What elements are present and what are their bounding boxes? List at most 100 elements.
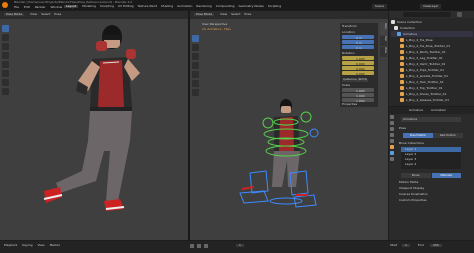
rotation-w-field[interactable]: 1.000: [342, 56, 374, 61]
menu-render[interactable]: Render: [35, 6, 46, 9]
left-viewport[interactable]: Pose Mode View Select Pose: [0, 11, 188, 240]
mesh-icon: [400, 74, 404, 78]
end-frame[interactable]: 250: [430, 244, 442, 247]
pose-section-header[interactable]: Pose: [399, 127, 406, 130]
rotation-mode-select[interactable]: Quaternion (WXYZ): [342, 78, 369, 82]
subtab-materials[interactable]: Materials: [431, 173, 461, 178]
menu-file[interactable]: File: [14, 6, 19, 9]
list-item-label: L_Boy_2_Glasses_Toddler_01: [406, 97, 449, 102]
view-layer-selector[interactable]: ViewLayer: [420, 4, 442, 9]
collection-icon: [391, 20, 395, 24]
blender-logo-icon[interactable]: [2, 2, 8, 8]
tab-animation[interactable]: Animation: [177, 5, 192, 8]
playback-controls: [190, 244, 208, 248]
tab-modeling[interactable]: Modeling: [82, 5, 96, 8]
tab-geometry-nodes[interactable]: Geometry Nodes: [239, 5, 264, 8]
n-tab-view[interactable]: View: [380, 47, 387, 57]
list-item[interactable]: L_Boy_2_Glasses_Toddler_01: [391, 97, 473, 103]
tab-uv-editing[interactable]: UV Editing: [118, 5, 134, 8]
mesh-icon: [400, 44, 404, 48]
tab-layout[interactable]: Layout: [64, 5, 79, 8]
play-icon[interactable]: [197, 244, 201, 248]
location-y-field[interactable]: 0 m: [342, 40, 374, 45]
outliner: Scene Collection Collection Armature L_B…: [389, 11, 474, 106]
tab-shading[interactable]: Shading: [161, 5, 173, 8]
tab-compositing[interactable]: Compositing: [216, 5, 235, 8]
scene-selector[interactable]: Scene: [372, 4, 388, 9]
jump-start-icon[interactable]: [190, 244, 194, 248]
bone-collections-list: Layer 1 Layer 2 Layer 3 Layer 4: [401, 147, 461, 169]
armature-data-icon[interactable]: [390, 151, 394, 155]
jump-end-icon[interactable]: [204, 244, 208, 248]
list-item-label: Armature: [403, 31, 418, 36]
n-tab-item[interactable]: Item: [380, 23, 387, 35]
n-panel-rotation-label: Rotation: [342, 51, 355, 55]
outliner-search-field[interactable]: [403, 12, 451, 17]
rotation-x-field[interactable]: 0.000: [342, 61, 374, 66]
rotation-y-field[interactable]: 0.000: [342, 66, 374, 71]
n-panel-transform-header[interactable]: Transform: [342, 25, 357, 28]
bone-icon[interactable]: [390, 157, 394, 161]
filter-icon[interactable]: [457, 12, 462, 17]
properties-header: Armature Animation: [389, 107, 474, 114]
location-x-field[interactable]: 0 m: [342, 35, 374, 40]
tab-texture-paint[interactable]: Texture Paint: [138, 5, 157, 8]
location-z-field[interactable]: 0 m: [342, 45, 374, 50]
world-icon[interactable]: [390, 139, 394, 143]
subtab-bones[interactable]: Bones: [401, 173, 431, 178]
properties-tab-animation[interactable]: Animation: [431, 109, 446, 112]
list-item-label: L_Boy_2_Top_Toddler_01: [406, 85, 443, 90]
mesh-icon: [400, 50, 404, 54]
panel-viewport-display[interactable]: Viewport Display: [399, 187, 428, 190]
menu-window[interactable]: Window: [51, 6, 63, 9]
scene-icon[interactable]: [390, 133, 394, 137]
tab-scripting[interactable]: Scripting: [268, 5, 281, 8]
timeline-keying[interactable]: Keying: [22, 244, 32, 247]
list-item-label: L_Boy_2_Shoes_Toddler_01: [406, 91, 447, 96]
character-render: [43, 25, 140, 211]
n-tab-tool[interactable]: Tool: [380, 36, 387, 46]
current-frame[interactable]: 1: [236, 244, 244, 247]
collection-icon: [394, 26, 398, 30]
menu-edit[interactable]: Edit: [24, 6, 30, 9]
mesh-icon: [400, 92, 404, 96]
panel-motion-paths[interactable]: Motion Paths: [399, 181, 428, 184]
right-viewport[interactable]: Pose Mode View Select Pose User Perspect…: [190, 11, 388, 240]
list-item-label: L_Boy_2_Jackets_Toddler_01: [406, 73, 449, 78]
n-panel-scale-fields: 1.000 1.000 1.000: [342, 88, 374, 103]
pose-position-button[interactable]: Pose Position: [403, 133, 433, 138]
list-item[interactable]: Layer 4: [401, 162, 461, 167]
tab-sculpting[interactable]: Sculpting: [100, 5, 114, 8]
timeline-marker[interactable]: Marker: [50, 244, 60, 247]
tool-settings-icon[interactable]: [390, 115, 394, 119]
list-item-label: Scene Collection: [397, 19, 422, 24]
properties-subtabs: Bones Materials: [401, 173, 461, 178]
start-frame-label: Start: [390, 243, 398, 247]
object-icon[interactable]: [390, 145, 394, 149]
start-frame[interactable]: 1: [402, 244, 410, 247]
timeline-view[interactable]: View: [37, 244, 44, 247]
armature-icon: [397, 32, 401, 36]
rest-position-button[interactable]: Rest Position: [433, 133, 463, 138]
object-name-field[interactable]: Armature: [401, 117, 461, 122]
tab-rendering[interactable]: Rendering: [196, 5, 211, 8]
properties-tab-armature[interactable]: Armature: [409, 109, 423, 112]
render-icon[interactable]: [390, 121, 394, 125]
scale-x-field[interactable]: 1.000: [342, 88, 374, 93]
scale-y-field[interactable]: 1.000: [342, 93, 374, 98]
output-icon[interactable]: [390, 127, 394, 131]
mesh-icon: [400, 80, 404, 84]
mesh-icon: [400, 98, 404, 102]
n-panel-location-label: Location: [342, 30, 355, 34]
list-item-label: L_Boy_2_Tops_Toddler_01: [406, 67, 445, 72]
n-panel-properties-header[interactable]: Properties: [342, 103, 357, 106]
properties-editor: Armature Animation Armature Pose Pose Po…: [389, 107, 474, 240]
mesh-icon: [400, 86, 404, 90]
list-item-label: L_Boy_2_Tie_Pose: [406, 37, 433, 42]
workspace-tabs: Layout Modeling Sculpting UV Editing Tex…: [64, 5, 281, 8]
timeline-playback[interactable]: Playback: [4, 244, 17, 247]
panel-inverse-kinematics[interactable]: Inverse Kinematics: [399, 193, 428, 196]
rotation-z-field[interactable]: 0.000: [342, 71, 374, 76]
panel-custom-properties[interactable]: Custom Properties: [399, 199, 428, 202]
bone-collections-header[interactable]: Bone Collections: [399, 142, 424, 145]
